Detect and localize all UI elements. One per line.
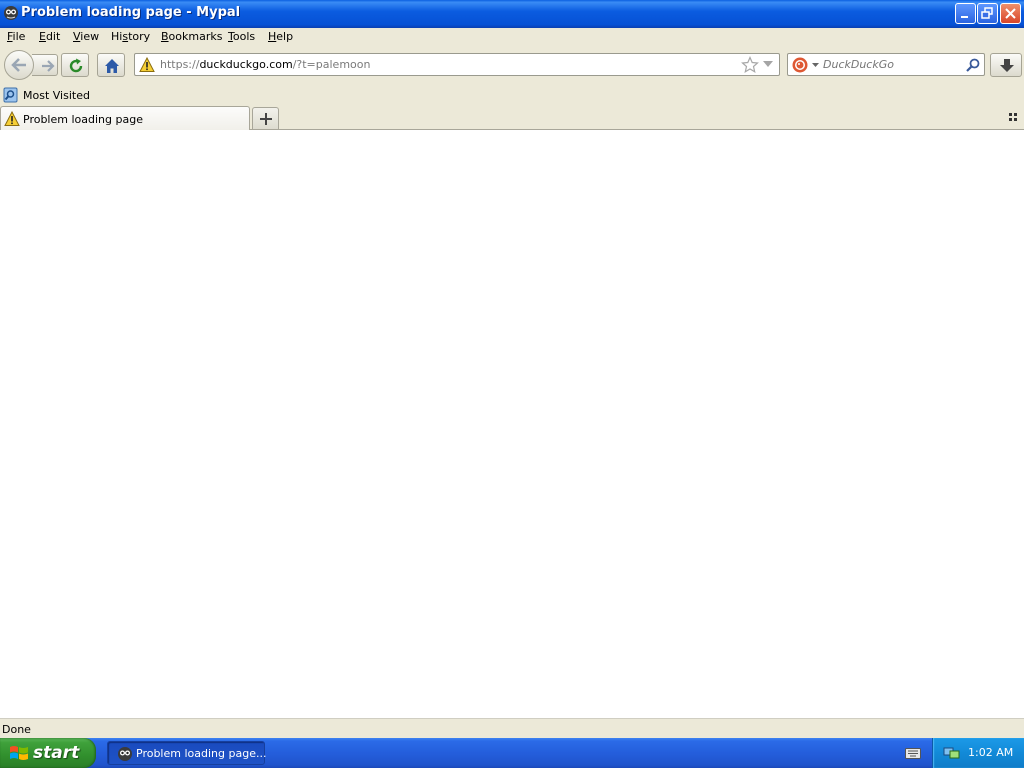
download-arrow-icon <box>1000 59 1014 72</box>
navigation-toolbar: https://duckduckgo.com/?t=palemoon <box>0 46 1024 84</box>
window-titlebar[interactable]: Problem loading page - Mypal <box>0 0 1024 28</box>
back-arrow-icon <box>11 58 26 72</box>
forward-button[interactable] <box>32 54 58 76</box>
taskbar: start Problem loading page... 1:02 AM <box>0 738 1024 768</box>
mypal-app-icon <box>118 747 132 761</box>
taskbar-window-label: Problem loading page... <box>136 747 267 760</box>
minimize-button[interactable] <box>955 3 976 24</box>
tab-problem-loading-page[interactable]: Problem loading page <box>0 106 250 130</box>
close-icon <box>1005 8 1016 19</box>
url-text[interactable]: https://duckduckgo.com/?t=palemoon <box>160 58 370 71</box>
mypal-app-icon <box>4 6 18 20</box>
menu-help[interactable]: Help <box>268 30 293 43</box>
warning-icon <box>4 111 20 126</box>
restore-icon <box>981 7 993 19</box>
bookmark-star-icon[interactable] <box>741 56 759 74</box>
start-button[interactable]: start <box>0 738 96 768</box>
menu-history[interactable]: History <box>111 30 150 43</box>
menu-bookmarks[interactable]: Bookmarks <box>161 30 222 43</box>
history-dropdown-icon[interactable] <box>763 61 773 69</box>
address-bar[interactable]: https://duckduckgo.com/?t=palemoon <box>134 53 780 76</box>
minimize-icon <box>961 16 968 18</box>
start-label: start <box>33 743 80 763</box>
reload-button[interactable] <box>61 53 89 77</box>
network-icon[interactable] <box>943 745 961 761</box>
bookmarks-toolbar: Most Visited <box>0 84 1024 106</box>
clock: 1:02 AM <box>968 746 1014 759</box>
keyboard-icon[interactable] <box>905 746 921 760</box>
forward-arrow-icon <box>42 60 55 72</box>
windows-flag-icon <box>10 746 28 760</box>
status-text: Done <box>2 723 31 736</box>
menu-view[interactable]: View <box>73 30 99 43</box>
tab-strip: Problem loading page <box>0 106 1024 130</box>
bookmark-label: Most Visited <box>23 89 90 102</box>
warning-icon <box>139 57 155 72</box>
smart-folder-icon <box>3 87 18 103</box>
list-all-tabs-icon[interactable] <box>1009 113 1019 123</box>
close-button[interactable] <box>1000 3 1021 24</box>
home-icon <box>105 59 119 73</box>
new-tab-button[interactable] <box>252 107 279 129</box>
plus-icon <box>260 113 272 125</box>
search-icon[interactable] <box>966 58 980 72</box>
downloads-button[interactable] <box>990 53 1022 77</box>
menu-tools[interactable]: Tools <box>228 30 255 43</box>
menu-edit[interactable]: Edit <box>39 30 60 43</box>
back-button[interactable] <box>4 50 34 80</box>
window-title: Problem loading page - Mypal <box>21 5 241 20</box>
engine-dropdown-icon[interactable] <box>812 63 819 68</box>
reload-icon <box>69 58 83 73</box>
system-tray: 1:02 AM <box>932 738 1024 768</box>
restore-button[interactable] <box>977 3 998 24</box>
menu-file[interactable]: File <box>7 30 25 43</box>
search-bar[interactable] <box>787 53 985 76</box>
page-content[interactable] <box>0 130 1024 718</box>
duckduckgo-icon[interactable] <box>792 57 808 73</box>
taskbar-window-button[interactable]: Problem loading page... <box>107 741 267 765</box>
tab-label: Problem loading page <box>23 113 143 126</box>
home-button[interactable] <box>97 53 125 77</box>
status-bar: Done <box>0 718 1024 738</box>
search-input[interactable] <box>823 58 963 71</box>
menu-bar: File Edit View History Bookmarks Tools H… <box>0 28 1024 46</box>
